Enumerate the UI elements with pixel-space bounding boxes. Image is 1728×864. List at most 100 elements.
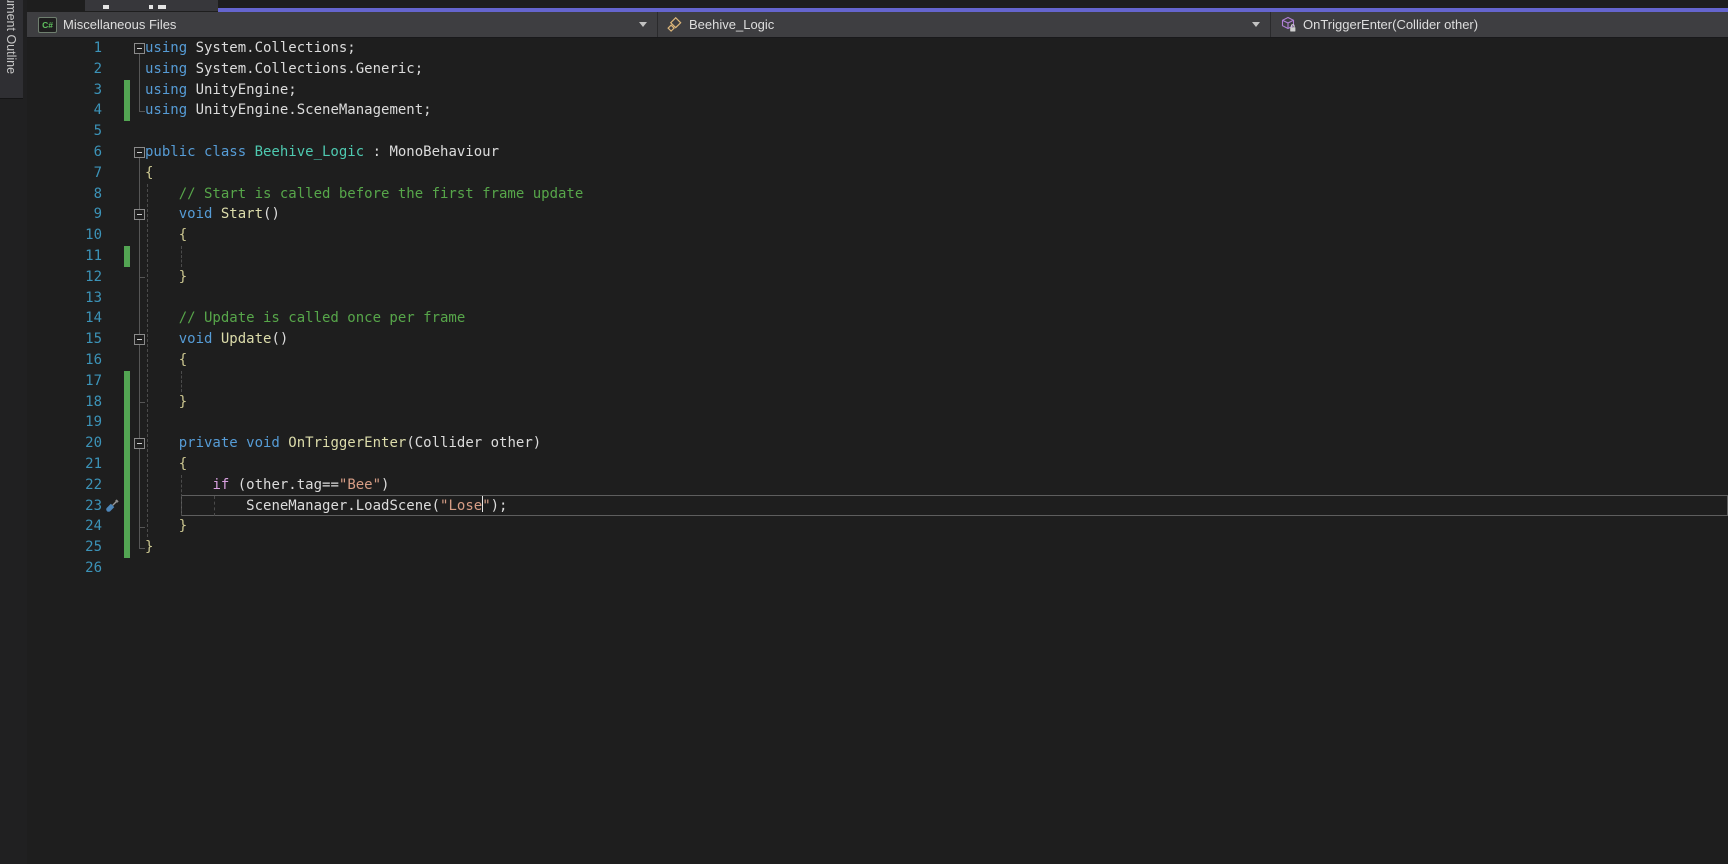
line-number[interactable]: 13 bbox=[55, 288, 102, 309]
code-line-text: using System.Collections; bbox=[145, 38, 356, 59]
code-line[interactable]: 9 void Start() bbox=[27, 204, 1728, 225]
code-line-text: { bbox=[145, 454, 187, 475]
code-line[interactable]: 22 if (other.tag=="Bee") bbox=[27, 475, 1728, 496]
fold-region-end bbox=[139, 548, 145, 549]
line-number[interactable]: 23 bbox=[55, 496, 102, 517]
code-line-text: public class Beehive_Logic : MonoBehavio… bbox=[145, 142, 499, 163]
member-dropdown[interactable]: OnTriggerEnter(Collider other) bbox=[1271, 12, 1728, 37]
code-line[interactable]: 10 { bbox=[27, 225, 1728, 246]
code-line[interactable]: 24 } bbox=[27, 516, 1728, 537]
fold-region-guide bbox=[139, 346, 140, 402]
line-number[interactable]: 12 bbox=[55, 267, 102, 288]
line-number[interactable]: 11 bbox=[55, 246, 102, 267]
code-line[interactable]: 16 { bbox=[27, 350, 1728, 371]
line-number[interactable]: 17 bbox=[55, 371, 102, 392]
chevron-down-icon[interactable] bbox=[639, 22, 647, 27]
vs-editor-window: Document Outline C# Miscellaneous Files … bbox=[0, 0, 1728, 864]
line-number[interactable]: 22 bbox=[55, 475, 102, 496]
code-line[interactable]: 5 bbox=[27, 121, 1728, 142]
code-line[interactable]: 2 using System.Collections.Generic; bbox=[27, 59, 1728, 80]
line-number[interactable]: 25 bbox=[55, 537, 102, 558]
change-tracking-bar bbox=[124, 80, 130, 122]
line-number[interactable]: 26 bbox=[55, 558, 102, 579]
code-line[interactable]: 14 // Update is called once per frame bbox=[27, 308, 1728, 329]
code-line-text: } bbox=[145, 537, 153, 558]
project-dropdown[interactable]: C# Miscellaneous Files bbox=[27, 12, 657, 37]
line-number[interactable]: 1 bbox=[55, 38, 102, 59]
code-line[interactable]: 8 // Start is called before the first fr… bbox=[27, 184, 1728, 205]
code-line-text: private void OnTriggerEnter(Collider oth… bbox=[145, 433, 541, 454]
line-number[interactable]: 9 bbox=[55, 204, 102, 225]
fold-collapse-box[interactable] bbox=[134, 209, 145, 220]
navigation-bar: C# Miscellaneous Files Beehive_Logic bbox=[27, 12, 1728, 38]
line-number[interactable]: 19 bbox=[55, 412, 102, 433]
line-number[interactable]: 15 bbox=[55, 329, 102, 350]
code-line[interactable]: 4using UnityEngine.SceneManagement; bbox=[27, 100, 1728, 121]
line-number[interactable]: 3 bbox=[55, 80, 102, 101]
code-line[interactable]: 25} bbox=[27, 537, 1728, 558]
indent-guide bbox=[147, 184, 148, 538]
line-number[interactable]: 20 bbox=[55, 433, 102, 454]
line-number[interactable]: 2 bbox=[55, 59, 102, 80]
fold-collapse-box[interactable] bbox=[134, 438, 145, 449]
indent-guide bbox=[181, 475, 182, 517]
line-number[interactable]: 4 bbox=[55, 100, 102, 121]
fold-region-end bbox=[139, 111, 145, 112]
code-line[interactable]: 6 public class Beehive_Logic : MonoBehavi… bbox=[27, 142, 1728, 163]
class-dropdown-label: Beehive_Logic bbox=[689, 17, 774, 32]
fold-region-end bbox=[139, 277, 145, 278]
fold-region-guide bbox=[139, 54, 140, 110]
line-number[interactable]: 18 bbox=[55, 392, 102, 413]
code-line[interactable]: 1 using System.Collections; bbox=[27, 38, 1728, 59]
change-tracking-bar bbox=[124, 371, 130, 558]
code-line-text: { bbox=[145, 163, 153, 184]
code-line[interactable]: 17 bbox=[27, 371, 1728, 392]
code-line[interactable]: 3 using UnityEngine; bbox=[27, 80, 1728, 101]
line-number[interactable]: 5 bbox=[55, 121, 102, 142]
code-line[interactable]: 18 } bbox=[27, 392, 1728, 413]
line-number[interactable]: 21 bbox=[55, 454, 102, 475]
quick-actions-screwdriver-icon[interactable] bbox=[103, 497, 121, 519]
member-dropdown-label: OnTriggerEnter(Collider other) bbox=[1303, 17, 1478, 32]
current-line-highlight bbox=[181, 495, 1728, 516]
line-number[interactable]: 7 bbox=[55, 163, 102, 184]
document-outline-tab[interactable]: Document Outline bbox=[0, 0, 23, 99]
fold-collapse-box[interactable] bbox=[134, 147, 145, 158]
fold-region-end bbox=[139, 527, 145, 528]
fold-region-end bbox=[139, 402, 145, 403]
fold-region-guide bbox=[139, 450, 140, 527]
code-line[interactable]: 19 bbox=[27, 412, 1728, 433]
code-line[interactable]: 20 private void OnTriggerEnter(Collider … bbox=[27, 433, 1728, 454]
method-private-icon bbox=[1280, 16, 1297, 33]
code-line[interactable]: 12 } bbox=[27, 267, 1728, 288]
code-line-text: using UnityEngine; bbox=[145, 80, 297, 101]
code-line[interactable]: 11 bbox=[27, 246, 1728, 267]
line-number[interactable]: 14 bbox=[55, 308, 102, 329]
code-line[interactable]: 21 { bbox=[27, 454, 1728, 475]
chevron-down-icon[interactable] bbox=[1252, 22, 1260, 27]
line-number[interactable]: 8 bbox=[55, 184, 102, 205]
code-line[interactable]: 26 bbox=[27, 558, 1728, 579]
document-outline-label: Document Outline bbox=[4, 0, 18, 74]
line-number[interactable]: 10 bbox=[55, 225, 102, 246]
code-line[interactable]: 13 bbox=[27, 288, 1728, 309]
line-number[interactable]: 6 bbox=[55, 142, 102, 163]
code-line[interactable]: 7{ bbox=[27, 163, 1728, 184]
fold-collapse-box[interactable] bbox=[134, 43, 145, 54]
fold-collapse-box[interactable] bbox=[134, 334, 145, 345]
file-tab-remnant[interactable] bbox=[85, 0, 218, 11]
code-line-text: } bbox=[145, 267, 187, 288]
code-line[interactable]: 15 void Update() bbox=[27, 329, 1728, 350]
code-line-text: } bbox=[145, 392, 187, 413]
line-number[interactable]: 16 bbox=[55, 350, 102, 371]
code-line-text: // Update is called once per frame bbox=[145, 308, 465, 329]
line-number[interactable]: 24 bbox=[55, 516, 102, 537]
project-dropdown-label: Miscellaneous Files bbox=[63, 17, 176, 32]
tab-text-fragment bbox=[103, 5, 109, 9]
fold-region-guide bbox=[139, 221, 140, 277]
class-dropdown[interactable]: Beehive_Logic bbox=[658, 12, 1270, 37]
code-line-text: void Start() bbox=[145, 204, 280, 225]
code-editor[interactable]: 1 using System.Collections; 2 using System.… bbox=[27, 38, 1728, 864]
change-tracking-bar bbox=[124, 246, 130, 267]
code-line-text: using System.Collections.Generic; bbox=[145, 59, 423, 80]
